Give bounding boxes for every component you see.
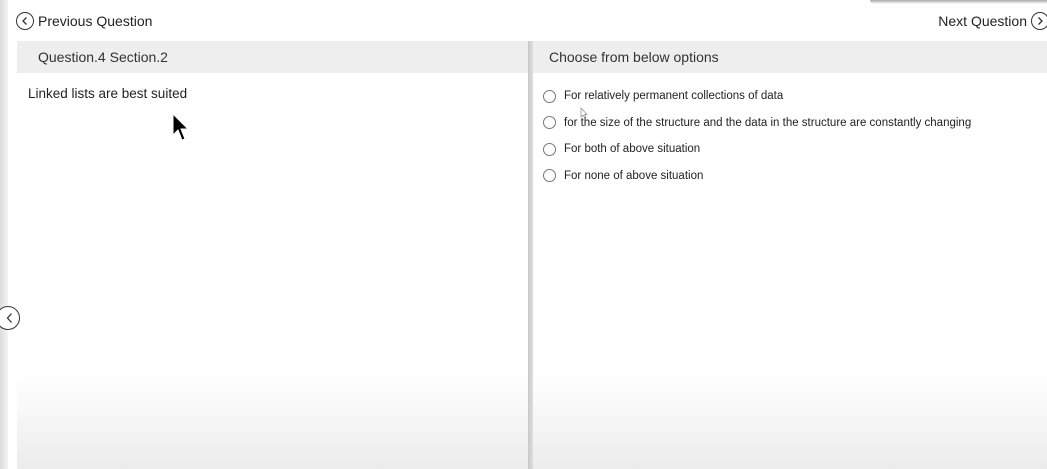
option-1-radio[interactable] xyxy=(543,89,556,103)
option-1[interactable]: For relatively permanent collections of … xyxy=(543,83,971,110)
question-header: Question.4 Section.2 xyxy=(17,41,528,73)
option-4[interactable]: For none of above situation xyxy=(543,163,971,190)
top-shadow xyxy=(870,0,1047,4)
mouse-pointer-icon xyxy=(172,113,190,141)
chevron-left-circle-icon xyxy=(16,12,34,30)
question-panel: Question.4 Section.2 Linked lists are be… xyxy=(17,41,528,469)
left-edge-bar xyxy=(0,0,8,469)
option-3-label: For both of above situation xyxy=(564,143,701,156)
option-2-radio[interactable] xyxy=(543,116,556,130)
option-3[interactable]: For both of above situation xyxy=(543,136,971,163)
chevron-right-circle-icon xyxy=(1031,12,1047,30)
next-question-label: Next Question xyxy=(938,13,1027,29)
next-question-button[interactable]: Next Question xyxy=(938,10,1047,32)
option-3-radio[interactable] xyxy=(543,142,556,156)
previous-question-label: Previous Question xyxy=(38,13,153,29)
option-4-label: For none of above situation xyxy=(564,169,704,182)
options-panel: Choose from below options For relatively… xyxy=(533,41,1047,469)
previous-question-button[interactable]: Previous Question xyxy=(16,10,152,32)
option-2-label: for the size of the structure and the da… xyxy=(564,116,972,129)
chevron-left-icon xyxy=(6,313,12,323)
top-navigation: Previous Question Next Question xyxy=(0,0,1047,40)
option-2[interactable]: for the size of the structure and the da… xyxy=(543,110,971,137)
option-1-label: For relatively permanent collections of … xyxy=(564,90,784,103)
mouse-pointer-outline-icon xyxy=(580,107,588,119)
options-header: Choose from below options xyxy=(533,41,1047,73)
question-text: Linked lists are best suited xyxy=(28,86,188,101)
option-4-radio[interactable] xyxy=(543,169,556,183)
options-list: For relatively permanent collections of … xyxy=(543,83,971,189)
